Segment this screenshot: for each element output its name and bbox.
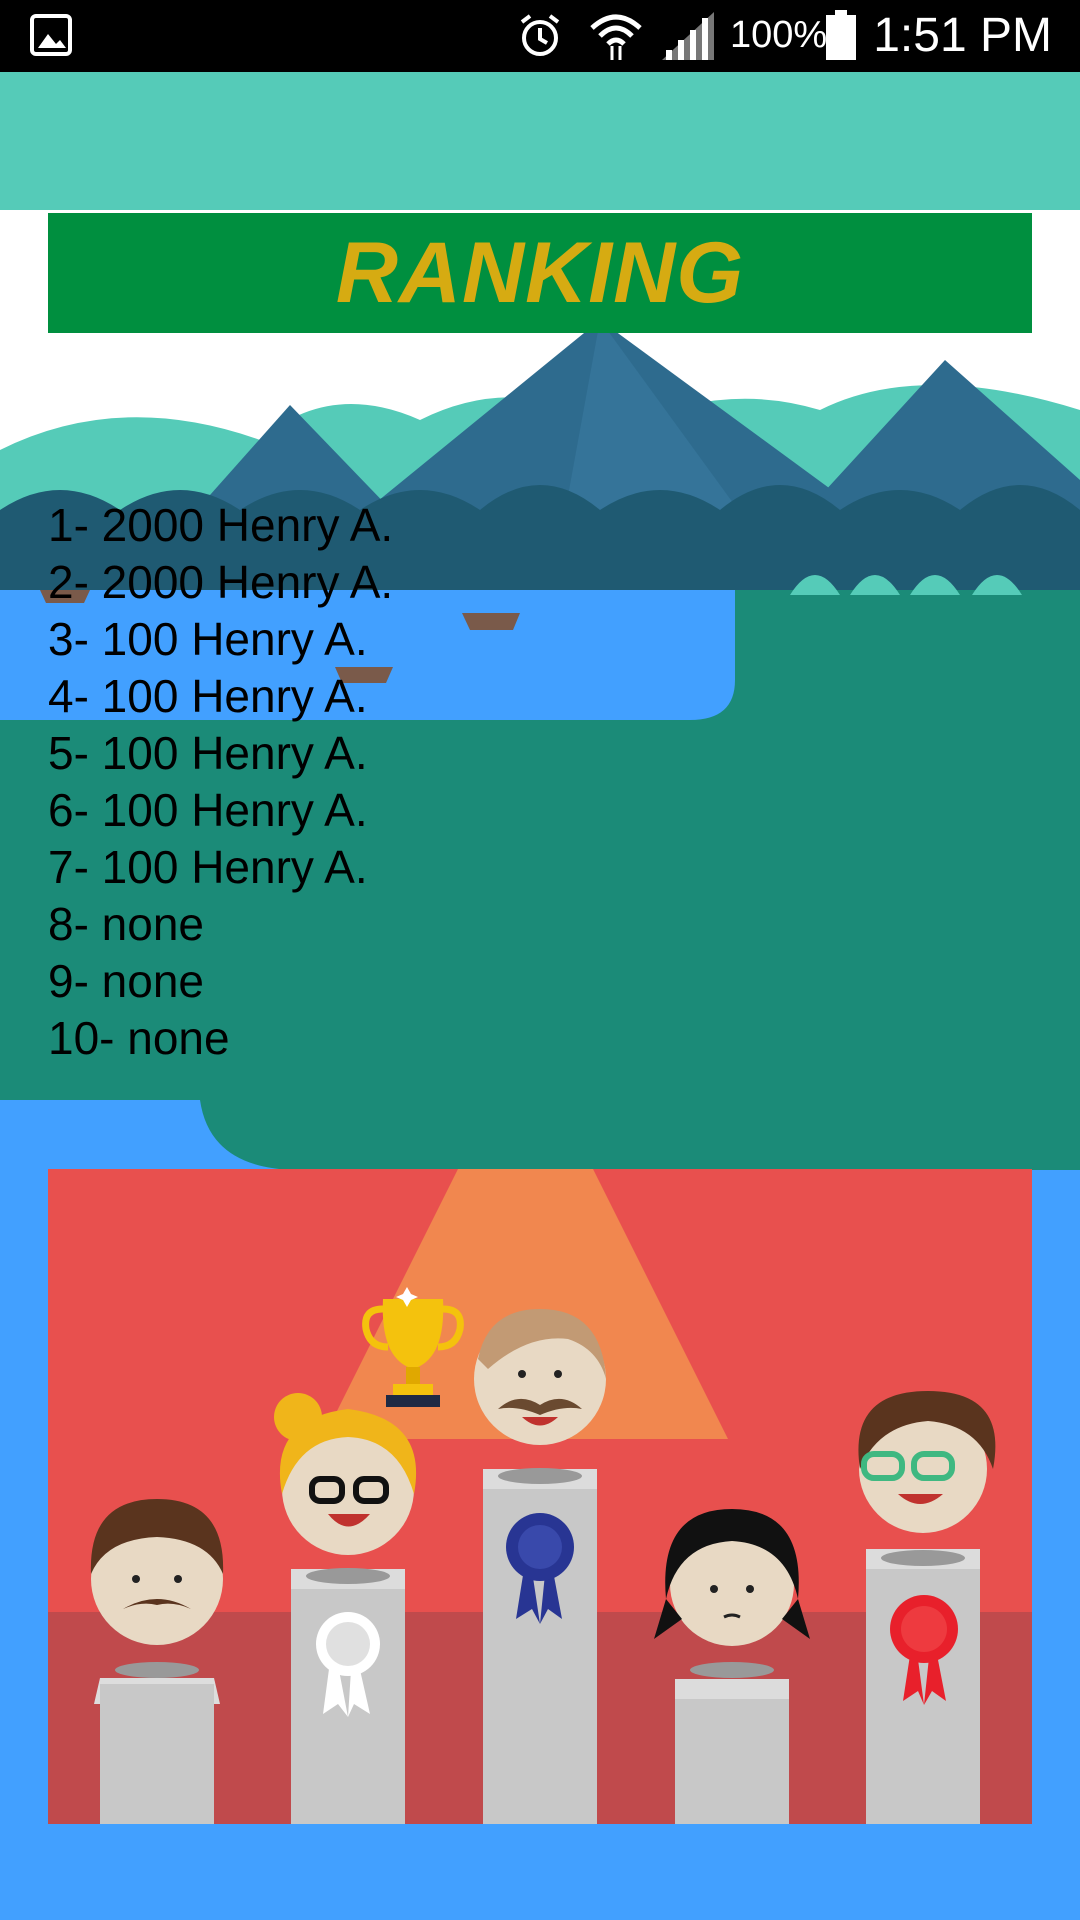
ranking-list: 1- 2000 Henry A. 2- 2000 Henry A. 3- 100… [48, 497, 393, 1067]
character-left [90, 1499, 224, 1645]
pedestal-second [291, 1568, 405, 1824]
gallery-icon [30, 14, 72, 56]
ranking-banner: RANKING [48, 213, 1032, 333]
ranking-item: 5- 100 Henry A. [48, 727, 368, 779]
ranking-item: 4- 100 Henry A. [48, 670, 368, 722]
ranking-item: 7- 100 Henry A. [48, 841, 368, 893]
pedestal-fourth [675, 1662, 789, 1824]
page-title: RANKING [335, 224, 745, 321]
alarm-icon [520, 14, 560, 56]
app-bar [0, 72, 1080, 210]
clock: 1:51 PM [873, 9, 1052, 62]
character-first [474, 1309, 606, 1445]
battery-percent: 100% [730, 14, 828, 56]
ranking-item: 6- 100 Henry A. [48, 784, 368, 836]
podium-illustration [48, 1169, 1032, 1824]
pedestal-left [94, 1662, 220, 1824]
wifi-icon [590, 14, 642, 60]
battery-icon [826, 10, 856, 60]
ranking-item: 9- none [48, 955, 205, 1007]
ranking-item: 10- none [48, 1012, 230, 1064]
signal-icon [662, 12, 714, 60]
ranking-item: 1- 2000 Henry A. [48, 499, 394, 551]
ranking-item: 2- 2000 Henry A. [48, 556, 394, 608]
ranking-item: 8- none [48, 898, 205, 950]
ranking-item: 3- 100 Henry A. [48, 613, 368, 665]
pedestal-third [866, 1549, 980, 1824]
status-bar: 100% 1:51 PM [0, 0, 1080, 72]
